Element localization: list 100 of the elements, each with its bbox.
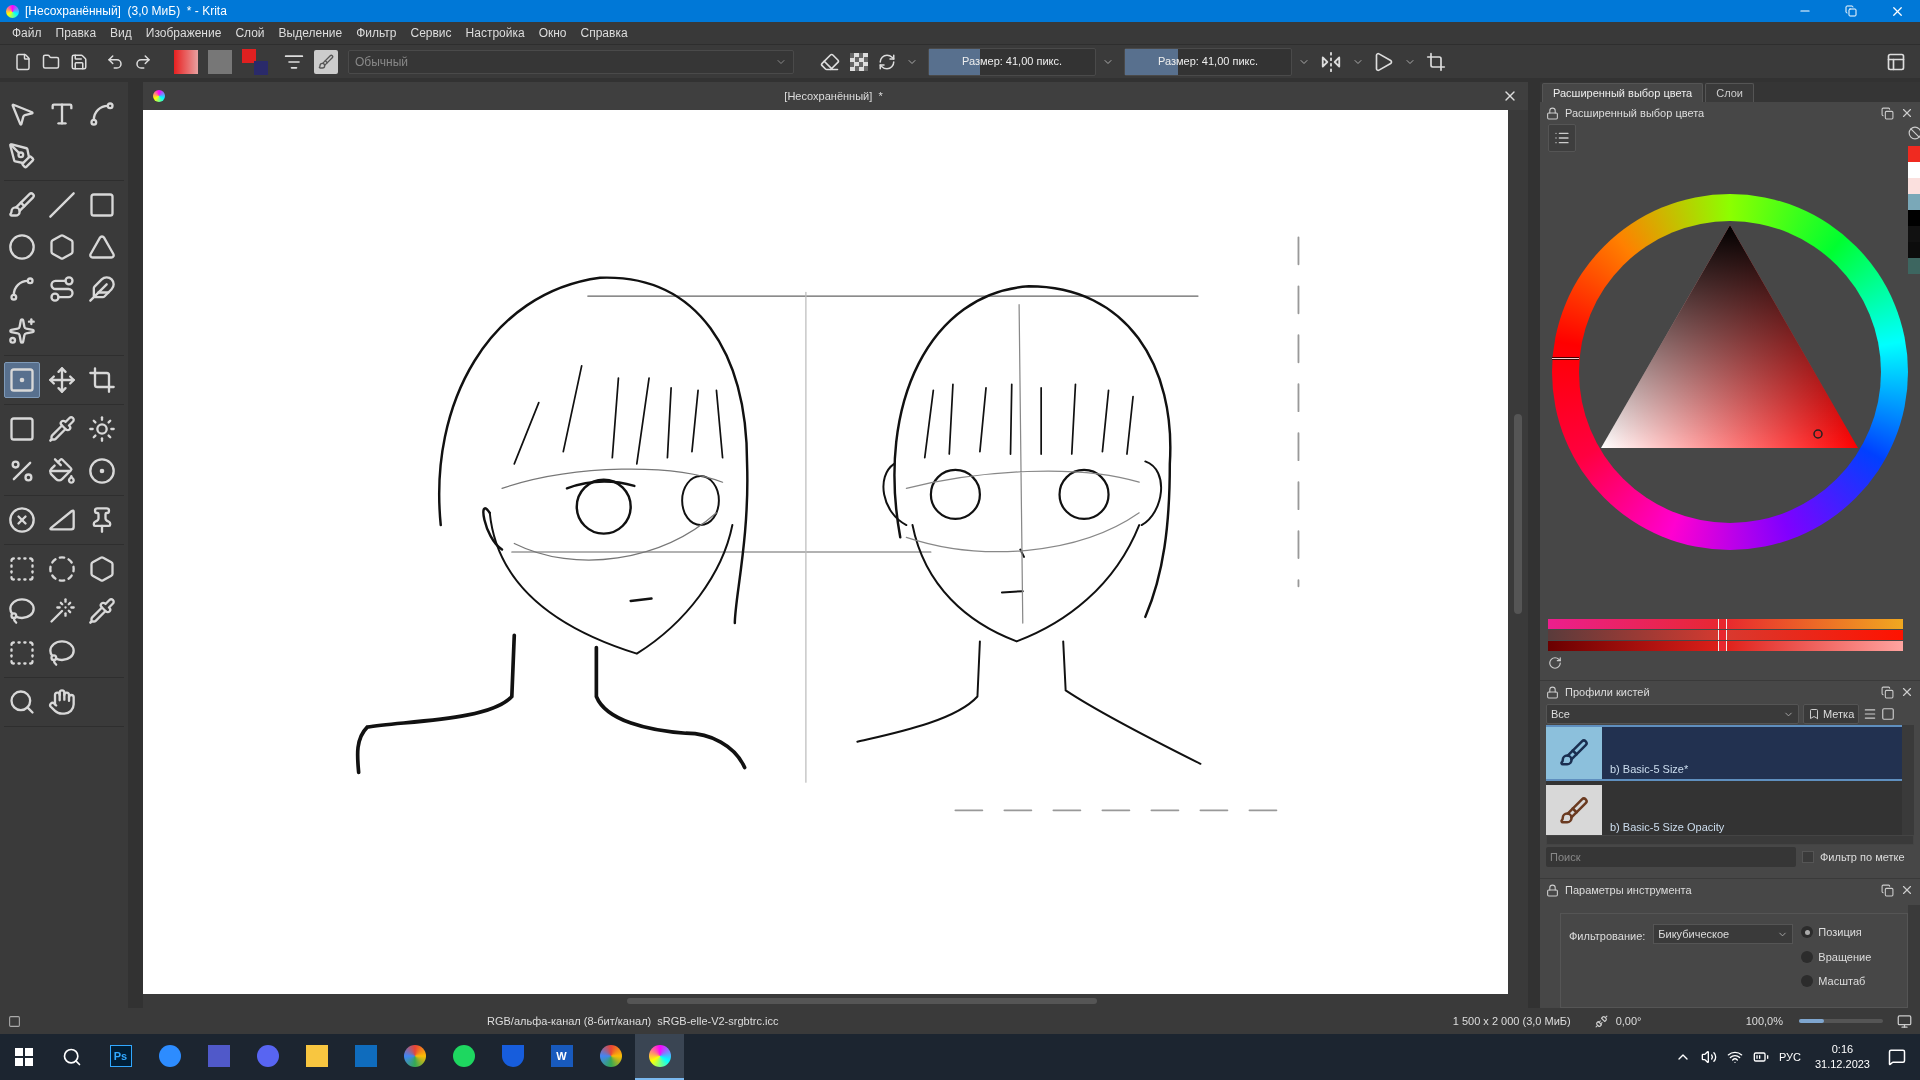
color-swatch[interactable]	[1908, 226, 1920, 242]
taskbar-app-button[interactable]	[635, 1034, 684, 1080]
brush-icon	[318, 53, 334, 70]
float-panel-icon[interactable]	[1881, 685, 1894, 699]
search-field[interactable]: Поиск	[1546, 847, 1796, 867]
app-icon	[207, 1045, 230, 1067]
battery-icon[interactable]	[1752, 1049, 1769, 1065]
taskbar-app-button[interactable]: W	[537, 1034, 586, 1080]
horizontal-scrollbar[interactable]	[1546, 835, 1914, 845]
slider-handle[interactable]	[1717, 619, 1727, 629]
new-file-icon[interactable]	[14, 52, 32, 71]
radio-button[interactable]	[1801, 926, 1814, 939]
polygon-tool-icon	[48, 233, 76, 261]
undo-icon[interactable]	[106, 52, 124, 71]
menu-item[interactable]: Справка	[580, 24, 628, 42]
color-slider[interactable]	[1548, 630, 1903, 640]
clock-time[interactable]: 0:16	[1831, 1042, 1854, 1057]
filter-dropdown[interactable]: Бикубическое	[1653, 924, 1794, 944]
taskbar-app-button[interactable]: Ps	[96, 1034, 145, 1080]
foreground-background-colors[interactable]	[242, 48, 268, 75]
save-icon[interactable]	[70, 52, 88, 71]
brush-preset-thumbnail[interactable]	[314, 49, 338, 74]
view-toggle-icon[interactable]	[1881, 707, 1896, 721]
volume-icon[interactable]	[1700, 1049, 1717, 1065]
menu-item[interactable]: Файл	[12, 24, 42, 42]
zoom-slider[interactable]	[1799, 1019, 1883, 1023]
menu-item[interactable]: Сервис	[410, 24, 452, 42]
gradient-swatch[interactable]	[174, 49, 198, 74]
app-logo: W	[550, 1045, 573, 1067]
checkbox[interactable]	[1802, 851, 1814, 863]
tool-button[interactable]	[4, 362, 40, 398]
image-size-info: 1 500 x 2 000 (3,0 МиБ)	[1452, 1013, 1571, 1029]
slider-handle[interactable]	[1717, 641, 1727, 651]
list-icon	[1554, 130, 1570, 146]
eraser-icon[interactable]	[820, 51, 840, 72]
menu-item[interactable]: Фильтр	[356, 24, 397, 42]
color-swatch[interactable]	[1908, 146, 1920, 162]
vertical-scrollbar[interactable]	[1508, 110, 1528, 994]
feather-icon	[88, 275, 116, 303]
menu-icon[interactable]	[1863, 707, 1878, 721]
menu-item[interactable]: Правка	[55, 24, 97, 42]
vertical-scrollbar[interactable]	[1902, 725, 1914, 835]
redo-icon[interactable]	[134, 52, 152, 71]
brush-icon	[1559, 738, 1589, 768]
lock-icon[interactable]	[1546, 685, 1559, 699]
menu-item[interactable]: Настройка	[465, 24, 525, 42]
restore-icon	[1845, 5, 1857, 17]
menu-item[interactable]: Изображение	[145, 24, 222, 42]
vertical-scrollbar[interactable]	[1908, 905, 1920, 1008]
pattern-swatch[interactable]	[208, 49, 232, 74]
refresh-icon[interactable]	[1548, 656, 1562, 670]
checkbox-label: Фильтр по метке	[1820, 849, 1905, 865]
size-slider[interactable]: Размер: 41,00 пикс.	[1124, 47, 1292, 76]
wifi-icon[interactable]	[1726, 1049, 1743, 1065]
display-icon[interactable]	[1897, 1013, 1912, 1029]
horizontal-scrollbar[interactable]	[143, 994, 1528, 1008]
lock-icon[interactable]	[1546, 106, 1559, 120]
dock-tab[interactable]: Слои	[1705, 83, 1754, 102]
close-icon[interactable]	[1900, 685, 1914, 699]
folder-icon[interactable]	[42, 52, 60, 71]
float-panel-icon[interactable]	[1881, 883, 1894, 897]
close-icon[interactable]	[1900, 106, 1914, 120]
app-icon	[256, 1045, 279, 1067]
menu-item[interactable]: Слой	[235, 24, 265, 42]
tag-button[interactable]: Метка	[1803, 704, 1860, 724]
checkerboard-icon[interactable]	[850, 52, 868, 71]
language-indicator[interactable]: РУС	[1778, 1048, 1801, 1066]
color-swatch[interactable]	[1908, 242, 1920, 258]
color-swatch[interactable]	[1908, 178, 1920, 194]
dockers-icon[interactable]	[1886, 51, 1906, 72]
ellipse-tool-icon	[8, 233, 36, 261]
color-swatch[interactable]	[1908, 194, 1920, 210]
dock-tab[interactable]: Расширенный выбор цвета	[1542, 83, 1704, 102]
radio-label: Вращение	[1818, 949, 1872, 965]
radio-button[interactable]	[1801, 975, 1814, 988]
slider-handle[interactable]	[1717, 630, 1727, 640]
color-swatch[interactable]	[1908, 210, 1920, 226]
brush-preset-item[interactable]: b) Basic-5 Size*	[1546, 725, 1902, 781]
crop-icon	[88, 366, 116, 394]
settings-list-button[interactable]	[1548, 124, 1576, 152]
no-color-icon[interactable]	[1908, 126, 1920, 140]
menu-item[interactable]: Вид	[110, 24, 132, 42]
menu-item[interactable]: Выделение	[278, 24, 343, 42]
menu-item[interactable]: Окно	[538, 24, 567, 42]
color-slider[interactable]	[1548, 641, 1903, 651]
preset-name: b) Basic-5 Size*	[1610, 761, 1689, 777]
color-slider[interactable]	[1548, 619, 1903, 629]
refresh-icon[interactable]	[878, 52, 896, 71]
mirror-horizontal-icon[interactable]	[1320, 50, 1342, 73]
document-tab[interactable]: [Несохранённый] *	[165, 87, 1502, 105]
color-swatch[interactable]	[1908, 162, 1920, 178]
color-swatch[interactable]	[1908, 258, 1920, 274]
clock-date[interactable]: 31.12.2023	[1814, 1057, 1870, 1072]
radio-button[interactable]	[1801, 950, 1814, 963]
size-slider[interactable]: Размер: 41,00 пикс.	[928, 47, 1096, 76]
category-dropdown[interactable]: Все	[1546, 704, 1799, 724]
lock-icon[interactable]	[1546, 883, 1559, 897]
notifications-icon[interactable]	[1888, 1048, 1906, 1066]
close-icon[interactable]	[1900, 883, 1914, 897]
float-panel-icon[interactable]	[1881, 106, 1894, 120]
